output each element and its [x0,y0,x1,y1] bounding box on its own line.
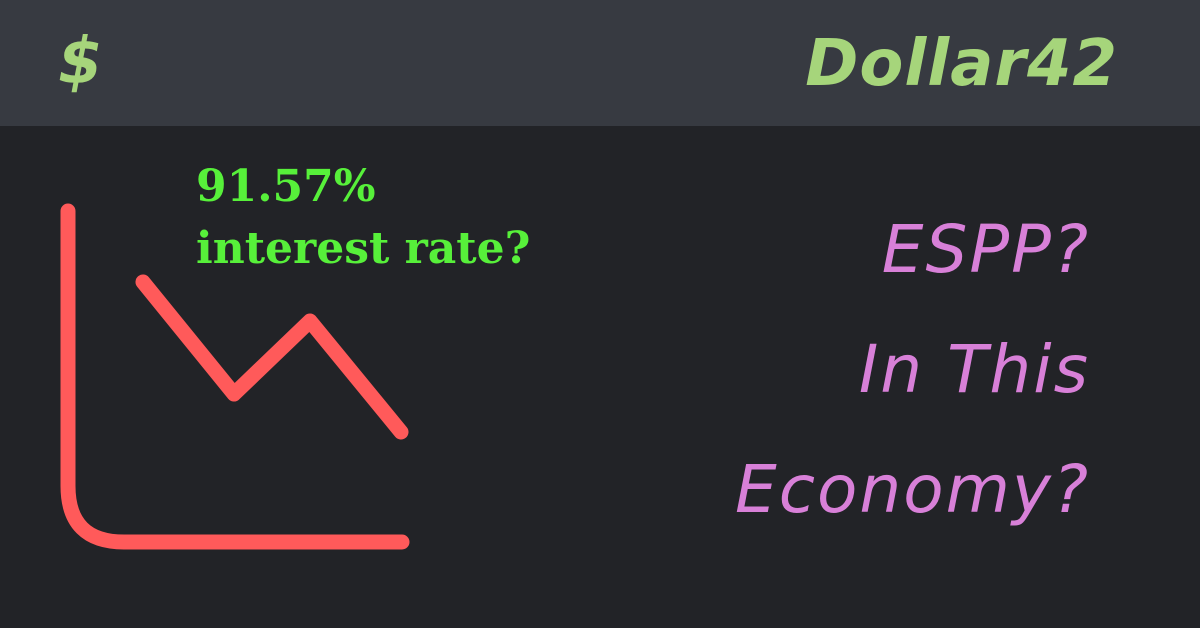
headline-line-3: Economy? [735,451,1090,528]
dollar-sign-icon: $ [58,25,103,99]
rate-caption: interest rate? [196,223,531,274]
headline-line-2: In This [858,331,1090,408]
interest-rate-callout: 91.57% interest rate? [196,156,530,280]
header-bar: $ Dollar42 [0,0,1200,126]
rate-value: 91.57% [196,161,376,212]
chart-trend-line [135,274,409,440]
main-panel: 91.57% interest rate? ESPP? In This Econ… [0,126,1200,628]
headline: ESPP? In This Economy? [735,190,1090,550]
headline-line-1: ESPP? [881,211,1090,288]
brand-name: Dollar42 [805,27,1118,101]
